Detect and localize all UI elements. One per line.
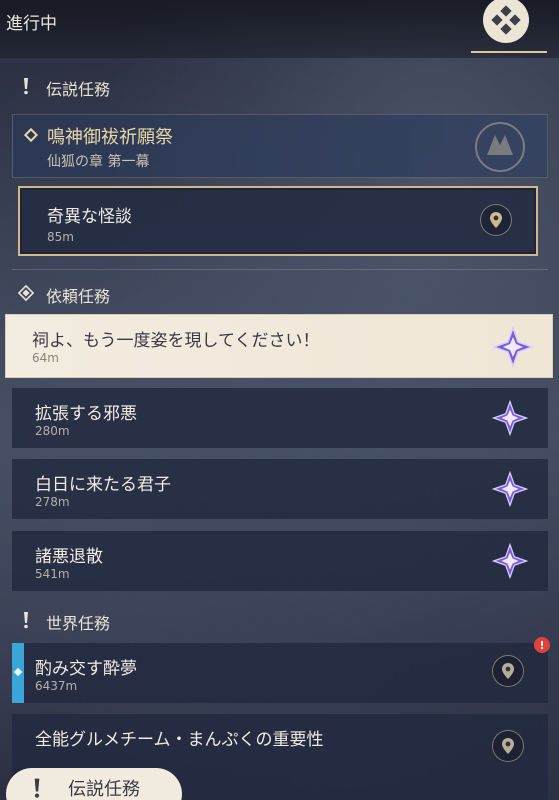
world-quest-indicator (12, 643, 24, 703)
section-divider (12, 269, 548, 270)
quest-title: 白日に来たる君子 (35, 475, 171, 495)
map-marker-icon[interactable] (492, 730, 528, 766)
top-bar: 進行中 (0, 0, 559, 58)
quest-menu-button[interactable] (483, 0, 529, 43)
section-commission-header: 依頼任務 (0, 281, 110, 309)
quest-distance: 85m (47, 230, 74, 244)
commission-star-icon (491, 470, 529, 508)
quest-distance: 64m (32, 351, 59, 365)
quest-title: 拡張する邪悪 (35, 404, 137, 424)
commission-card[interactable]: 諸悪退散 541m (12, 531, 548, 591)
legend-quest-title: 鳴神御祓祈願祭 (47, 127, 173, 148)
commission-card[interactable]: 拡張する邪悪 280m (12, 388, 548, 448)
alert-badge: ! (534, 637, 550, 653)
legend-quest-header[interactable]: 鳴神御祓祈願祭 仙狐の章 第一幕 (12, 114, 548, 178)
legend-task-card[interactable]: 奇異な怪談 85m (18, 186, 538, 256)
quest-distance: 280m (35, 424, 70, 438)
quest-title: 奇異な怪談 (47, 207, 132, 227)
section-commission-label: 依頼任務 (46, 287, 111, 306)
map-marker-icon[interactable] (480, 204, 516, 240)
map-marker-icon[interactable] (492, 655, 528, 691)
section-legend-label: 伝説任務 (46, 80, 111, 99)
legend-quest-subtitle: 仙狐の章 第一幕 (47, 154, 150, 170)
quest-title: 酌み交す酔夢 (35, 659, 137, 679)
legend-quest-button[interactable]: 伝説任務 (6, 768, 182, 800)
page-title: 進行中 (6, 14, 57, 34)
quest-distance: 541m (35, 567, 70, 581)
exclamation-icon (16, 77, 36, 99)
quest-distance: 6437m (35, 679, 78, 693)
commission-diamond-icon (16, 284, 36, 306)
commission-card-selected[interactable]: 祠よ、もう一度姿を現してください！ 64m (5, 314, 553, 378)
commission-card[interactable]: 白日に来たる君子 278m (12, 459, 548, 519)
quest-distance: 278m (35, 495, 70, 509)
quest-title: 祠よ、もう一度姿を現してください！ (32, 331, 320, 351)
legend-quest-button-label: 伝説任務 (68, 779, 140, 800)
section-world-header: 世界任務 (0, 608, 110, 636)
section-world-label: 世界任務 (46, 614, 111, 633)
quest-list-panel: 伝説任務 鳴神御祓祈願祭 仙狐の章 第一幕 奇異な怪談 85m 依頼任務 祠よ、… (0, 58, 559, 800)
quest-title: 諸悪退散 (35, 547, 103, 567)
quest-menu-icon (483, 0, 529, 43)
fox-emblem-icon (465, 119, 535, 175)
section-legend-header: 伝説任務 (0, 74, 110, 102)
tab-underline (471, 51, 547, 53)
exclamation-icon (16, 611, 36, 633)
commission-star-icon (491, 325, 535, 369)
quest-title: 全能グルメチーム・まんぷくの重要性 (35, 730, 324, 750)
exclamation-icon (20, 777, 54, 800)
commission-star-icon (491, 542, 529, 580)
world-quest-card[interactable]: 酌み交す酔夢 6437m (12, 643, 548, 703)
quest-diamond-icon (23, 127, 39, 143)
commission-star-icon (491, 399, 529, 437)
